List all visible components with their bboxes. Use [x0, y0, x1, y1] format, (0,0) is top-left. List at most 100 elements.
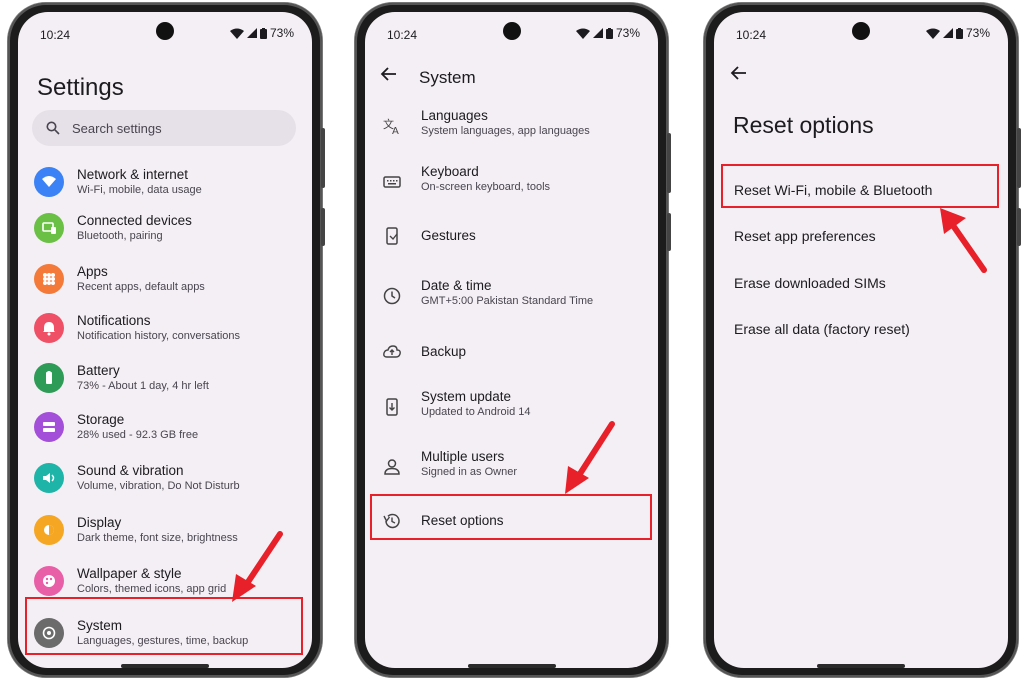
settings-item-apps[interactable]: Apps Recent apps, default apps — [18, 255, 312, 303]
settings-item-sound-vibration[interactable]: Sound & vibration Volume, vibration, Do N… — [18, 454, 312, 502]
item-title: Languages — [421, 108, 488, 123]
item-subtitle: Volume, vibration, Do Not Disturb — [77, 480, 240, 492]
item-title: Gestures — [421, 228, 476, 243]
wifi-icon — [34, 167, 64, 197]
clock-icon — [381, 285, 403, 307]
storage-icon — [34, 412, 64, 442]
item-subtitle: Notification history, conversations — [77, 330, 241, 342]
item-title: Date & time — [421, 278, 492, 293]
status-bar: 10:24 73% — [714, 12, 1008, 52]
status-bar: 10:24 73% — [365, 12, 658, 52]
pointer-arrow-icon — [232, 531, 283, 602]
phone-reset: 10:24 73% Reset options Reset Wi-Fi, mob… — [704, 3, 1021, 677]
battery-percent: 73% — [965, 26, 990, 40]
home-indicator[interactable] — [817, 664, 905, 668]
search-icon — [46, 121, 60, 135]
item-title: Display — [77, 515, 122, 530]
palette-icon — [34, 566, 64, 596]
item-title: Keyboard — [421, 164, 479, 179]
back-arrow-icon[interactable] — [729, 63, 749, 83]
reset-app-preferences[interactable]: Reset app preferences — [734, 228, 876, 244]
battery-status-icon — [259, 27, 267, 39]
home-indicator[interactable] — [467, 664, 556, 668]
status-bar: 10:24 73% — [18, 12, 312, 52]
tutorial-canvas: 10:24 73% Settings Search settings Netwo… — [0, 0, 1024, 683]
item-subtitle: Signed in as Owner — [421, 466, 517, 478]
person-icon — [381, 456, 403, 478]
item-subtitle: Recent apps, default apps — [77, 281, 205, 293]
item-subtitle: Colors, themed icons, app grid — [77, 583, 227, 595]
item-title: Notifications — [77, 313, 151, 328]
status-icons: 73% — [229, 26, 294, 40]
pointer-arrow-icon — [565, 421, 615, 494]
item-title: Battery — [77, 363, 120, 378]
settings-item-connected-devices[interactable]: Connected devices Bluetooth, pairing — [18, 204, 312, 252]
front-camera — [852, 22, 870, 40]
system-item-keyboard[interactable]: Keyboard On-screen keyboard, tools — [365, 160, 658, 204]
reset-screen: 10:24 73% Reset options Reset Wi-Fi, mob… — [714, 12, 1008, 668]
item-title: Sound & vibration — [77, 463, 184, 478]
wifi-signal-icon — [925, 28, 940, 39]
item-title: Wallpaper & style — [77, 566, 182, 581]
svg-text:A: A — [392, 126, 399, 136]
item-subtitle: Updated to Android 14 — [421, 406, 531, 418]
item-title: Backup — [421, 344, 467, 359]
item-subtitle: GMT+5:00 Pakistan Standard Time — [421, 295, 594, 307]
item-subtitle: On-screen keyboard, tools — [421, 181, 551, 193]
item-subtitle: Bluetooth, pairing — [77, 230, 163, 242]
keyboard-icon — [381, 171, 403, 193]
cell-signal-icon — [592, 28, 603, 38]
battery-icon — [34, 363, 64, 393]
back-arrow-icon[interactable] — [379, 64, 399, 84]
bell-icon — [34, 313, 64, 343]
cell-signal-icon — [246, 28, 257, 38]
cell-signal-icon — [942, 28, 953, 38]
status-icons: 73% — [925, 26, 990, 40]
settings-item-storage[interactable]: Storage 28% used - 92.3 GB free — [18, 403, 312, 451]
item-subtitle: 28% used - 92.3 GB free — [77, 429, 199, 441]
battery-status-icon — [955, 27, 963, 39]
highlight-box-reset-wifi — [721, 164, 999, 208]
item-subtitle: Wi-Fi, mobile, data usage — [77, 184, 202, 196]
system-update-icon — [381, 396, 403, 418]
system-item-languages[interactable]: 文 A Languages System languages, app languag… — [365, 104, 658, 148]
item-title: Multiple users — [421, 449, 505, 464]
battery-percent: 73% — [615, 26, 640, 40]
settings-item-battery[interactable]: Battery 73% - About 1 day, 4 hr left — [18, 354, 312, 402]
status-time: 10:24 — [387, 28, 418, 42]
item-title: System update — [421, 389, 512, 404]
home-indicator[interactable] — [121, 664, 209, 668]
front-camera — [156, 22, 174, 40]
system-item-date-time[interactable]: Date & time GMT+5:00 Pakistan Standard Ti… — [365, 274, 658, 318]
highlight-box-reset-options — [370, 494, 652, 540]
item-title: Network & internet — [77, 167, 189, 182]
phone-system: 10:24 73% System 文 A Languages System langu… — [355, 3, 671, 677]
status-time: 10:24 — [40, 28, 71, 42]
settings-item-network-internet[interactable]: Network & internet Wi-Fi, mobile, data us… — [18, 158, 312, 206]
wifi-signal-icon — [575, 28, 590, 39]
status-time: 10:24 — [736, 28, 767, 42]
system-item-backup[interactable]: Backup — [365, 330, 658, 374]
item-title: Storage — [77, 412, 125, 427]
erase-downloaded-sims[interactable]: Erase downloaded SIMs — [734, 275, 886, 291]
cloud-backup-icon — [381, 341, 403, 363]
item-subtitle: 73% - About 1 day, 4 hr left — [77, 380, 209, 392]
gestures-icon — [381, 225, 403, 247]
erase-all-data[interactable]: Erase all data (factory reset) — [734, 321, 910, 337]
sound-icon — [34, 463, 64, 493]
display-icon — [34, 515, 64, 545]
item-subtitle: System languages, app languages — [421, 125, 590, 137]
settings-item-notifications[interactable]: Notifications Notification history, conve… — [18, 304, 312, 352]
battery-status-icon — [605, 27, 613, 39]
page-title: Reset options — [733, 112, 874, 138]
system-item-gestures[interactable]: Gestures — [365, 214, 658, 258]
devices-icon — [34, 213, 64, 243]
search-bar[interactable]: Search settings — [32, 110, 296, 146]
search-placeholder: Search settings — [72, 120, 162, 136]
item-title: Connected devices — [77, 213, 192, 228]
page-title: System — [419, 68, 476, 87]
system-screen: 10:24 73% System 文 A Languages System langu… — [365, 12, 658, 668]
battery-percent: 73% — [269, 26, 294, 40]
item-title: Apps — [77, 264, 108, 279]
page-title: Settings — [37, 74, 124, 101]
